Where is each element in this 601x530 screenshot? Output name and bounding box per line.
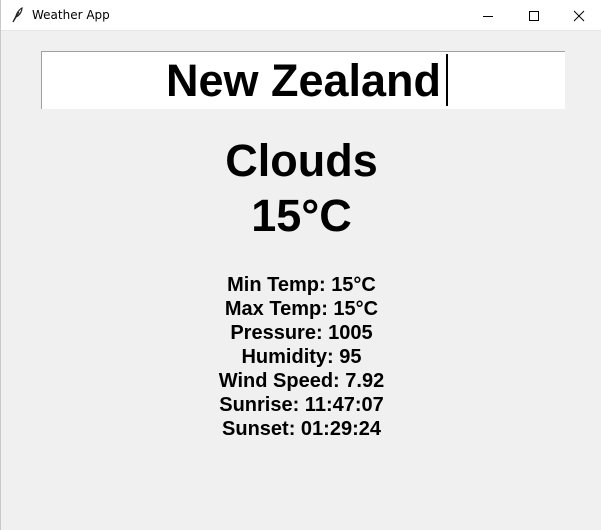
window-title: Weather App [32,8,110,22]
current-temperature: 15°C [251,190,352,241]
city-search-input[interactable] [41,51,565,109]
max-temp-label: Max Temp: 15°C [224,298,379,320]
weather-details: Min Temp: 15°C Max Temp: 15°C Pressure: … [1,273,601,441]
weather-condition: Clouds [225,135,378,186]
maximize-button[interactable] [511,0,557,31]
minimize-button[interactable] [465,0,511,31]
sunset-label: Sunset: 01:29:24 [222,418,381,440]
title-bar[interactable]: Weather App [1,0,601,31]
close-icon [573,10,585,21]
wind-speed-label: Wind Speed: 7.92 [218,370,385,392]
pressure-label: Pressure: 1005 [230,322,373,344]
minimize-icon [483,15,493,17]
sunrise-label: Sunrise: 11:47:07 [219,394,384,416]
maximize-icon [529,10,539,21]
close-button[interactable] [556,0,601,31]
app-window: Weather App Clouds 15°C Min Temp: 15°C M… [0,0,601,530]
feather-icon [10,7,24,23]
min-temp-label: Min Temp: 15°C [227,274,376,296]
humidity-label: Humidity: 95 [241,346,362,368]
text-cursor [446,54,448,106]
